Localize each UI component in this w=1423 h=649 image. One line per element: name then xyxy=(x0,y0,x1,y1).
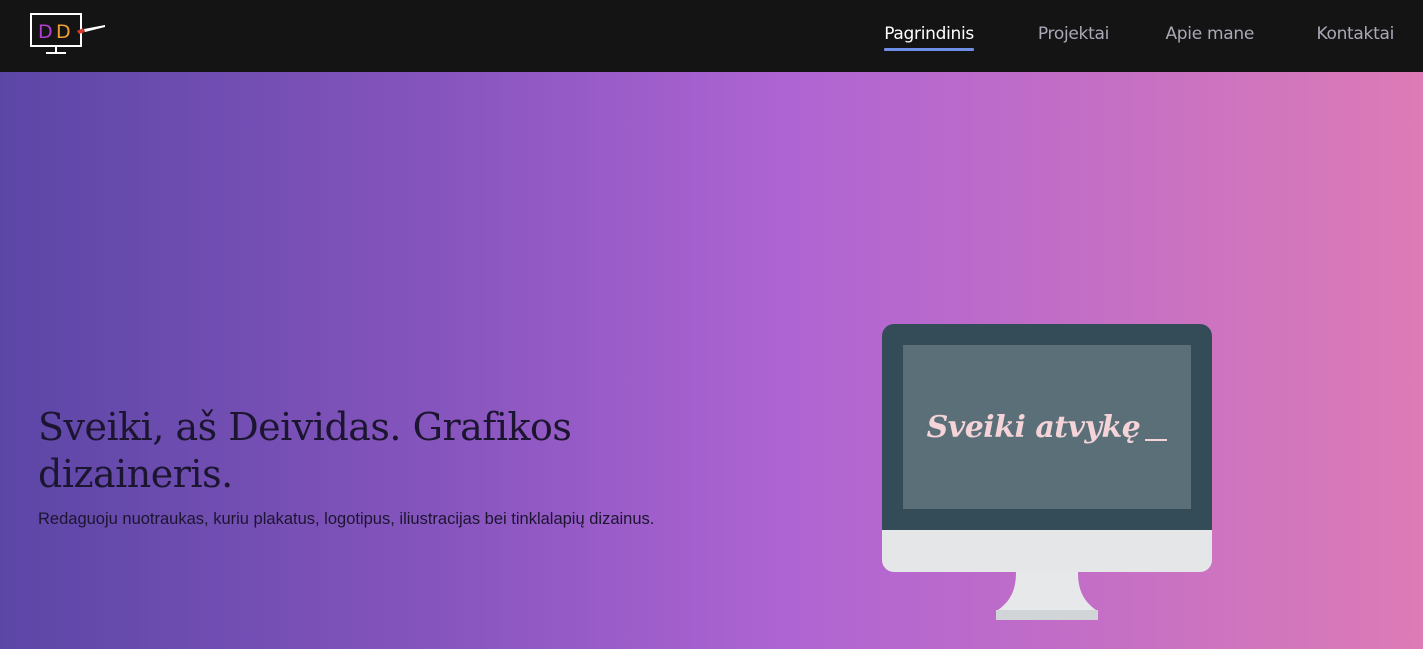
nav-item-label: Apie mane xyxy=(1165,24,1254,44)
hero-section: Sveiki, aš Deividas. Grafikos dizaineris… xyxy=(0,72,1423,649)
monitor-screen: Sveiki atvykę xyxy=(903,345,1191,509)
nav-item-kontaktai[interactable]: Kontaktai xyxy=(1316,24,1394,44)
top-navbar: D D Pagrindinis Projektai Apie mane Kont… xyxy=(0,0,1423,72)
monitor-chin xyxy=(882,530,1212,572)
monitor-frame: Sveiki atvykę xyxy=(882,324,1212,534)
nav-item-label: Pagrindinis xyxy=(884,24,974,44)
nav-item-label: Projektai xyxy=(1037,24,1109,44)
svg-text:D: D xyxy=(56,21,71,43)
typing-cursor xyxy=(1145,438,1168,441)
hero-title: Sveiki, aš Deividas. Grafikos dizaineris… xyxy=(38,405,572,496)
nav-item-label: Kontaktai xyxy=(1316,24,1394,44)
nav-item-pagrindinis[interactable]: Pagrindinis xyxy=(884,24,974,51)
svg-text:D: D xyxy=(38,21,53,43)
screen-welcome-text: Sveiki atvykę xyxy=(927,410,1168,445)
nav-item-projektai[interactable]: Projektai xyxy=(1038,24,1109,44)
nav-item-apie-mane[interactable]: Apie mane xyxy=(1165,24,1254,44)
monitor-stand xyxy=(882,572,1212,624)
hero-subtitle: Redaguoju nuotraukas, kuriu plakatus, lo… xyxy=(38,510,655,528)
monitor-illustration: Sveiki atvykę xyxy=(882,324,1212,624)
dd-logo-icon[interactable]: D D xyxy=(29,12,107,57)
active-nav-underline xyxy=(884,48,974,51)
